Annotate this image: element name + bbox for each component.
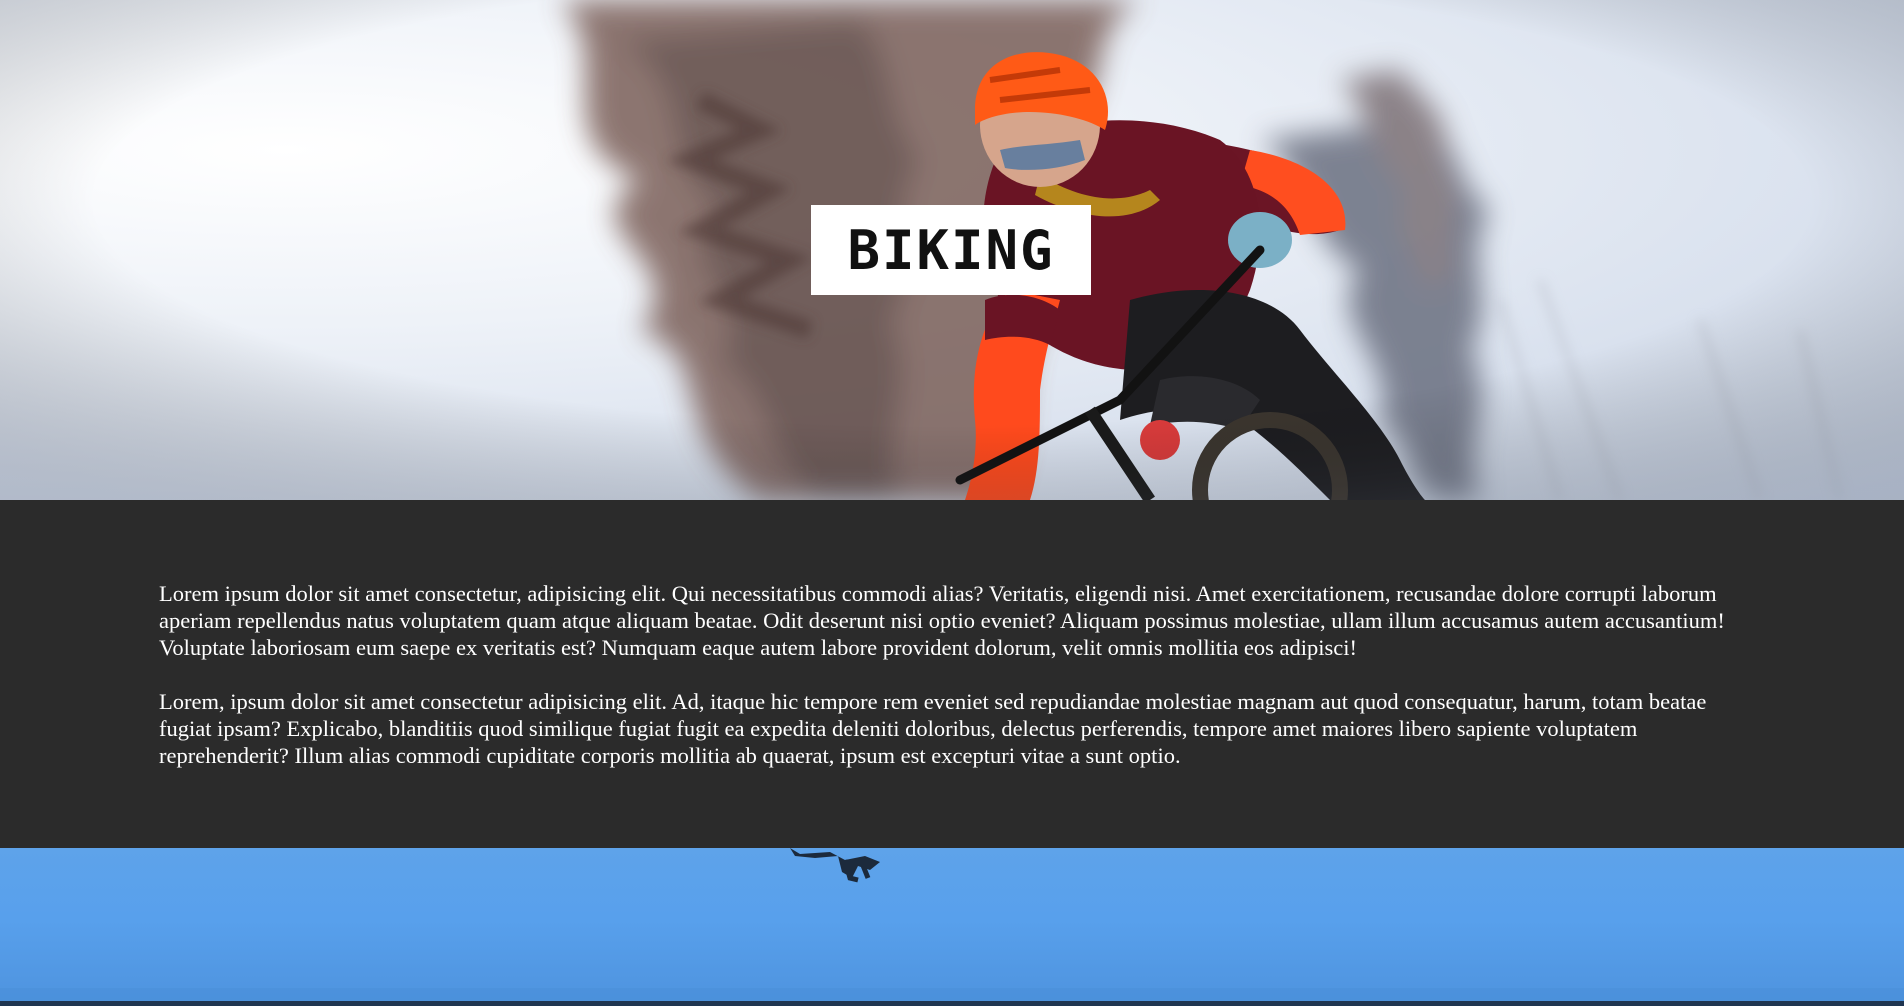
jumper-silhouette — [790, 848, 880, 883]
sky-image-section — [0, 848, 1904, 1006]
hero-section: BIKING — [0, 0, 1904, 500]
content-paragraph-1: Lorem ipsum dolor sit amet consectetur, … — [159, 581, 1725, 660]
page: BIKING Lorem ipsum dolor sit amet consec… — [0, 0, 1904, 1006]
content-section: Lorem ipsum dolor sit amet consectetur, … — [0, 500, 1904, 848]
hero-title-box: BIKING — [811, 205, 1091, 295]
sky-background-image — [0, 848, 1904, 1006]
content-paragraph-2: Lorem, ipsum dolor sit amet consectetur … — [159, 689, 1707, 768]
hero-title: BIKING — [847, 218, 1055, 282]
